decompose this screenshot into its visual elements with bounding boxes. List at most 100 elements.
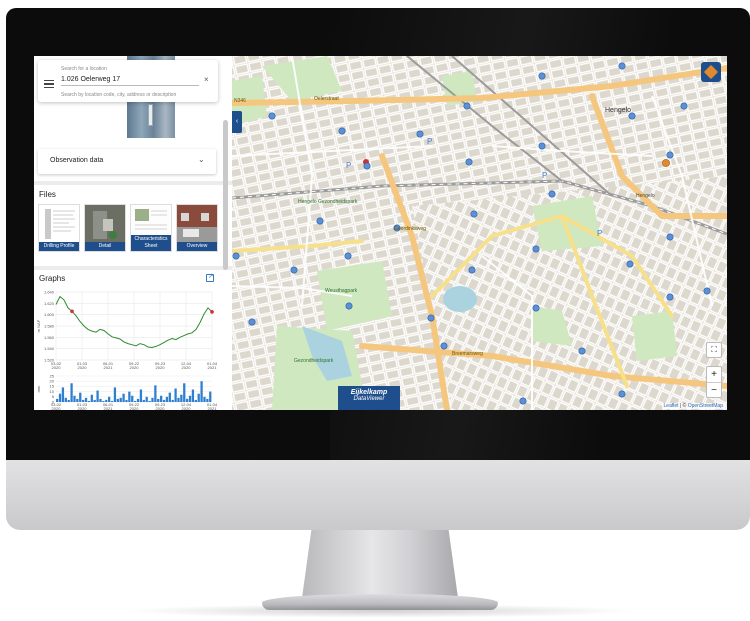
precipitation-bar <box>70 383 73 402</box>
well-marker[interactable] <box>578 347 586 355</box>
precipitation-bar <box>136 398 140 402</box>
file-overview[interactable]: Overview <box>176 204 218 252</box>
well-marker[interactable] <box>470 210 478 218</box>
precipitation-bar <box>183 383 186 402</box>
map-label-street: Geerdinksweg <box>394 226 426 232</box>
openstreetmap-link[interactable]: OpenStreetMap <box>688 403 723 409</box>
well-marker[interactable] <box>618 62 626 70</box>
observation-data-panel[interactable]: Observation data ⌄ <box>38 149 216 174</box>
map-label-street: Breemarsweg <box>452 351 483 357</box>
well-marker[interactable] <box>463 102 471 110</box>
collapse-panel-button[interactable]: ‹ <box>232 111 242 133</box>
panel-scrollbar[interactable] <box>223 120 228 270</box>
well-marker[interactable] <box>538 142 546 150</box>
precipitation-bar <box>102 400 105 402</box>
precipitation-bar <box>142 399 145 402</box>
precipitation-bar <box>162 399 166 402</box>
observation-data-label: Observation data <box>50 157 104 164</box>
x-tick-label: 2021 <box>208 406 218 410</box>
search-box[interactable]: Search for a location 1.026 Oelerweg 17 … <box>38 60 218 102</box>
well-marker[interactable] <box>519 397 527 405</box>
well-marker[interactable] <box>440 342 448 350</box>
precipitation-bar <box>82 399 85 402</box>
map-attribution: Leaflet | © OpenStreetMap <box>661 403 725 409</box>
well-marker[interactable] <box>316 217 324 225</box>
leaflet-link[interactable]: Leaflet <box>664 403 679 409</box>
precipitation-bar <box>139 389 143 402</box>
clear-search-icon[interactable]: × <box>204 75 209 84</box>
section-divider <box>34 266 232 270</box>
precipitation-bar <box>180 394 183 402</box>
precipitation-bar <box>145 396 148 402</box>
parking-label: P <box>346 161 351 170</box>
file-detail[interactable]: Detail <box>84 204 126 252</box>
precipitation-bar <box>174 388 177 402</box>
file-characteristics-sheet[interactable]: Characteristics Sheet <box>130 204 172 252</box>
well-marker[interactable] <box>290 266 298 274</box>
well-marker[interactable] <box>232 252 240 260</box>
well-marker[interactable] <box>666 233 674 241</box>
precipitation-bar <box>194 399 197 402</box>
well-marker[interactable] <box>468 266 476 274</box>
precipitation-bar <box>93 399 96 402</box>
file-label: Drilling Profile <box>39 242 79 251</box>
well-marker[interactable] <box>248 318 256 326</box>
parking-label: P <box>542 171 547 180</box>
well-marker[interactable] <box>532 245 540 253</box>
monitor-stand-neck <box>302 530 458 598</box>
precipitation-bar <box>188 395 192 402</box>
well-marker[interactable] <box>666 293 674 301</box>
well-marker[interactable] <box>465 158 473 166</box>
files-title: Files <box>39 190 56 199</box>
precipitation-bar <box>168 392 171 402</box>
map[interactable]: P P P P Hengelo Hengelo Hengelo Gezondhe… <box>232 56 727 410</box>
file-drilling-profile[interactable]: Drilling Profile <box>38 204 80 252</box>
well-marker[interactable] <box>532 304 540 312</box>
precipitation-bar <box>87 400 91 402</box>
well-marker[interactable] <box>538 72 546 80</box>
precipitation-bar <box>79 392 82 402</box>
map-label-park: Hengelo Gezondheidspark <box>298 199 358 205</box>
precipitation-bar <box>84 397 88 402</box>
section-divider <box>34 181 232 185</box>
well-marker[interactable] <box>268 112 276 120</box>
external-link-icon[interactable] <box>206 272 214 282</box>
well-marker[interactable] <box>427 314 435 322</box>
precipitation-bar <box>157 398 160 402</box>
zoom-in-button[interactable]: + <box>707 367 721 382</box>
fullscreen-button[interactable]: ⛶ <box>706 342 722 358</box>
x-tick-label: 2020 <box>52 365 62 370</box>
well-marker[interactable] <box>363 162 371 170</box>
well-marker[interactable] <box>338 127 346 135</box>
monitor-shadow <box>120 604 640 618</box>
layers-icon[interactable] <box>701 62 721 82</box>
x-tick-label: 2020 <box>156 365 166 370</box>
well-marker[interactable] <box>703 287 711 295</box>
precipitation-bar <box>122 393 125 402</box>
precipitation-bar <box>110 400 114 402</box>
well-marker[interactable] <box>666 151 674 159</box>
y-axis-label: mm <box>36 385 41 392</box>
precipitation-bar <box>119 397 122 402</box>
well-marker[interactable] <box>548 190 556 198</box>
well-marker[interactable] <box>345 302 353 310</box>
precipitation-bar <box>76 398 79 402</box>
precipitation-bar <box>160 395 163 402</box>
map-label-city: Hengelo <box>605 107 632 114</box>
precipitation-bar <box>113 387 117 402</box>
chevron-down-icon[interactable]: ⌄ <box>198 155 205 164</box>
precipitation-bar <box>171 399 174 402</box>
well-marker[interactable] <box>618 390 626 398</box>
precipitation-bar <box>197 393 200 402</box>
search-label: Search for a location <box>61 66 107 72</box>
zoom-out-button[interactable]: − <box>707 382 721 397</box>
precipitation-bar <box>177 397 180 402</box>
drilling-profile-thumbnail <box>39 205 79 243</box>
selected-well-marker[interactable] <box>662 159 670 167</box>
well-marker[interactable] <box>344 252 352 260</box>
well-marker[interactable] <box>416 130 424 138</box>
well-marker[interactable] <box>680 102 688 110</box>
search-input[interactable]: 1.026 Oelerweg 17 <box>61 76 199 86</box>
well-marker[interactable] <box>626 260 634 268</box>
menu-icon[interactable] <box>44 80 54 88</box>
